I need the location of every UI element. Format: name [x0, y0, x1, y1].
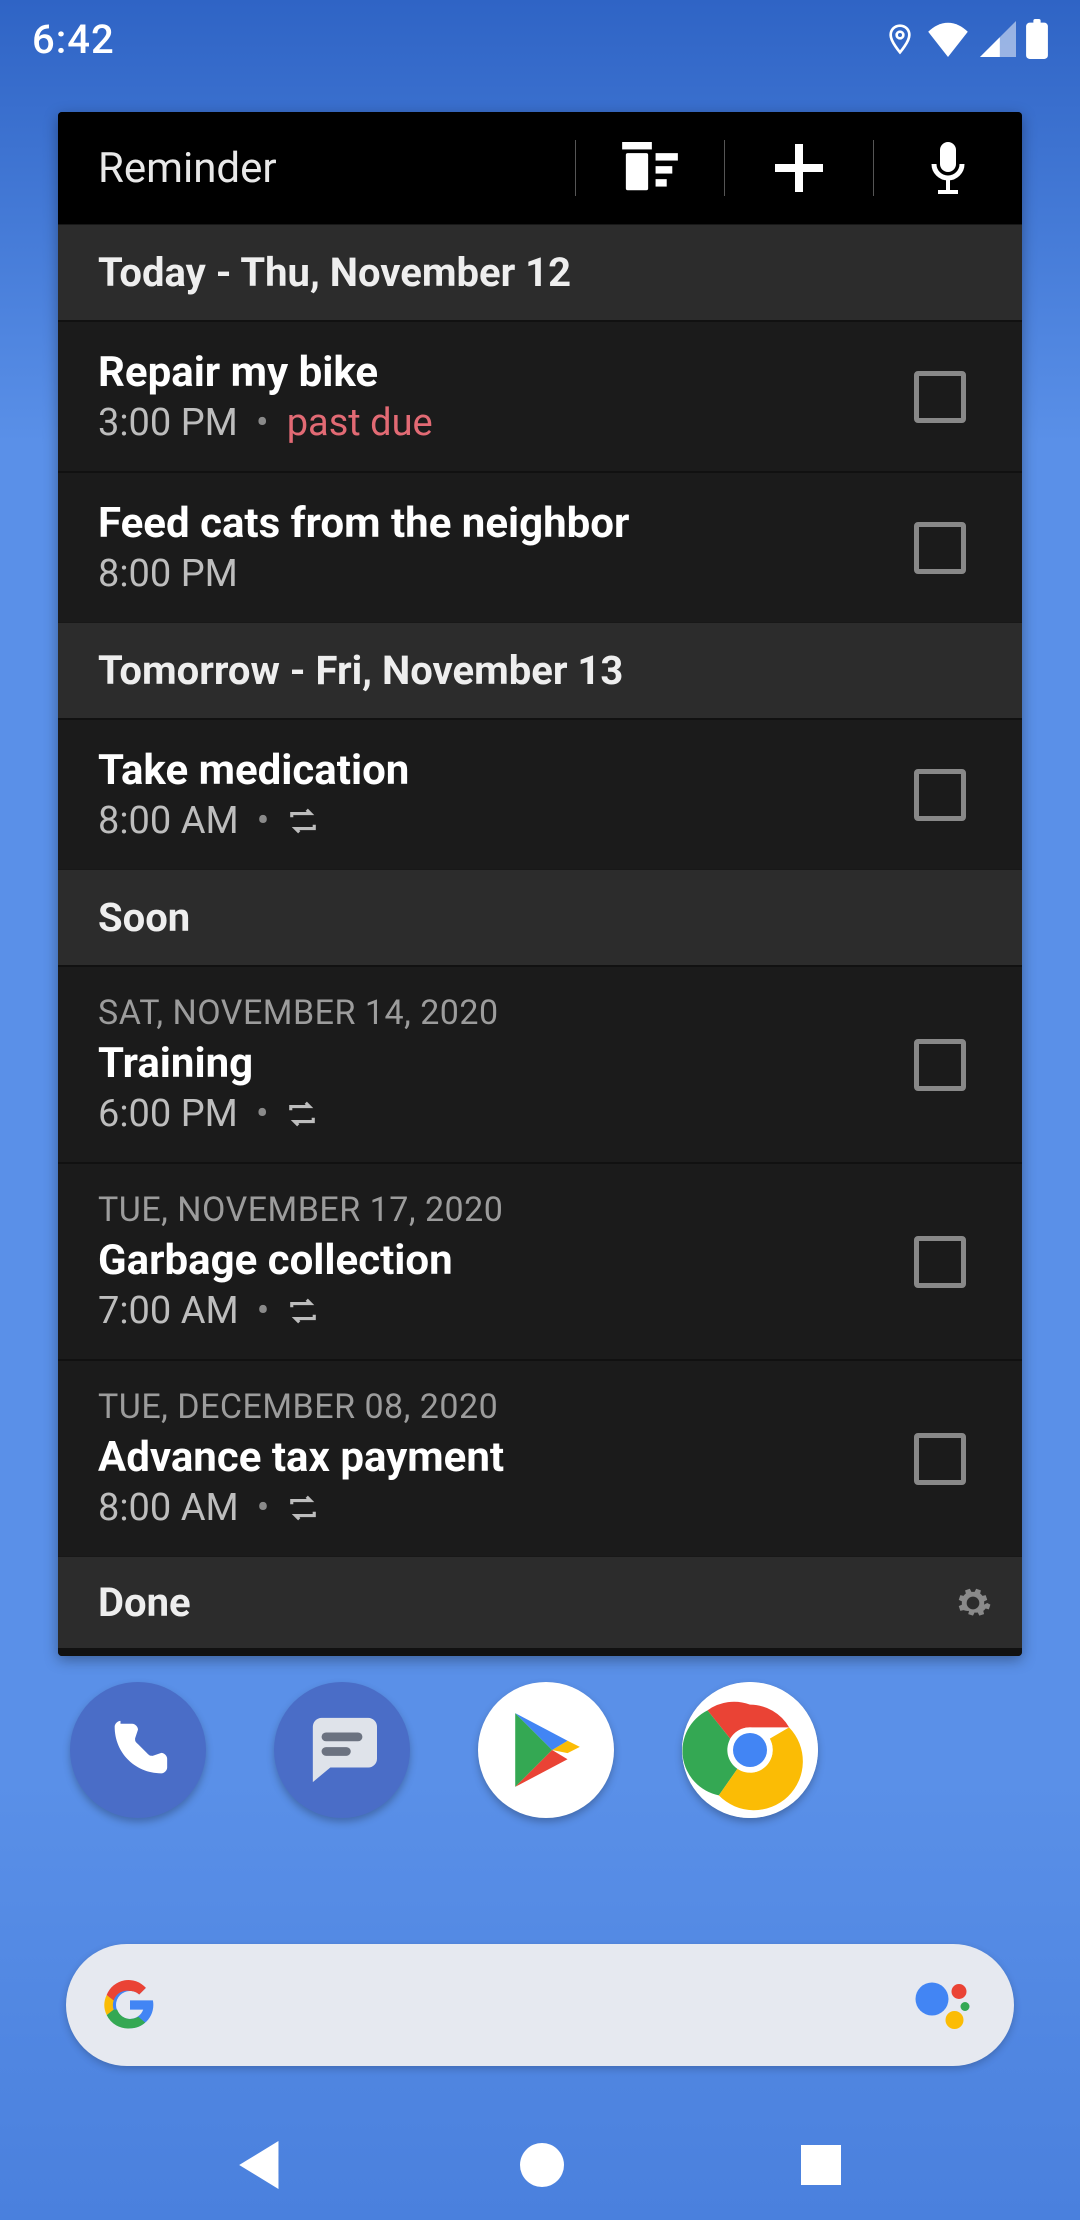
item-title: Advance tax payment	[98, 1433, 890, 1482]
wifi-icon	[926, 21, 970, 57]
battery-icon	[1026, 19, 1048, 59]
add-button[interactable]	[725, 112, 873, 224]
item-time: 6:00 PM	[98, 1092, 238, 1136]
voice-button[interactable]	[874, 112, 1022, 224]
section-done[interactable]: Done	[58, 1556, 1022, 1648]
item-checkbox[interactable]	[914, 1039, 966, 1091]
item-time: 7:00 AM	[98, 1289, 239, 1333]
messages-app-icon[interactable]	[274, 1682, 410, 1818]
item-time: 8:00 AM	[98, 799, 239, 843]
item-date: TUE, DECEMBER 08, 2020	[98, 1387, 890, 1427]
item-checkbox[interactable]	[914, 769, 966, 821]
clear-button[interactable]	[576, 112, 724, 224]
trash-list-icon	[622, 142, 678, 194]
google-search-bar[interactable]	[66, 1944, 1014, 2066]
repeat-icon	[288, 1297, 318, 1325]
section-today: Today - Thu, November 12	[58, 224, 1022, 320]
reminder-item[interactable]: TUE, NOVEMBER 17, 2020 Garbage collectio…	[58, 1162, 1022, 1359]
repeat-icon	[288, 1494, 318, 1522]
navigation-bar	[0, 2110, 1080, 2220]
play-store-icon	[509, 1710, 583, 1790]
status-time: 6:42	[32, 16, 115, 63]
item-checkbox[interactable]	[914, 371, 966, 423]
phone-icon	[103, 1715, 173, 1785]
status-icons	[884, 19, 1048, 59]
past-due-label: past due	[287, 401, 433, 445]
item-time: 8:00 PM	[98, 552, 238, 596]
item-title: Garbage collection	[98, 1236, 890, 1285]
location-icon	[884, 19, 916, 59]
phone-app-icon[interactable]	[70, 1682, 206, 1818]
messages-icon	[304, 1715, 380, 1785]
home-button[interactable]	[520, 2143, 564, 2187]
reminder-item[interactable]: SAT, NOVEMBER 14, 2020 Training 6:00 PM …	[58, 965, 1022, 1162]
gear-icon[interactable]	[954, 1584, 992, 1622]
item-title: Repair my bike	[98, 348, 890, 397]
repeat-icon	[288, 807, 318, 835]
item-date: SAT, NOVEMBER 14, 2020	[98, 993, 890, 1033]
chrome-app-icon[interactable]	[682, 1682, 818, 1818]
item-checkbox[interactable]	[914, 1433, 966, 1485]
widget-title[interactable]: Reminder	[58, 144, 575, 193]
header-actions	[575, 112, 1022, 224]
reminder-item[interactable]: Take medication 8:00 AM •	[58, 718, 1022, 869]
item-title: Training	[98, 1039, 890, 1088]
back-button[interactable]	[239, 2141, 283, 2189]
section-tomorrow: Tomorrow - Fri, November 13	[58, 622, 1022, 718]
section-soon: Soon	[58, 869, 1022, 965]
item-title: Take medication	[98, 746, 890, 795]
plus-icon	[775, 144, 823, 192]
status-bar: 6:42	[0, 0, 1080, 78]
dock	[0, 1682, 1080, 1818]
google-logo-icon	[102, 1977, 158, 2033]
item-time: 3:00 PM	[98, 401, 238, 445]
reminder-widget: Reminder Today - Thu, November 12 Repair…	[58, 112, 1022, 1656]
item-checkbox[interactable]	[914, 1236, 966, 1288]
assistant-icon[interactable]	[914, 1977, 974, 2033]
widget-header: Reminder	[58, 112, 1022, 224]
item-checkbox[interactable]	[914, 522, 966, 574]
item-time: 8:00 AM	[98, 1486, 239, 1530]
recent-apps-button[interactable]	[801, 2145, 841, 2185]
item-date: TUE, NOVEMBER 17, 2020	[98, 1190, 890, 1230]
play-store-app-icon[interactable]	[478, 1682, 614, 1818]
chrome-icon	[682, 1682, 818, 1818]
item-title: Feed cats from the neighbor	[98, 499, 890, 548]
reminder-item[interactable]: Feed cats from the neighbor 8:00 PM	[58, 471, 1022, 622]
cell-signal-icon	[980, 21, 1016, 57]
reminder-item[interactable]: TUE, DECEMBER 08, 2020 Advance tax payme…	[58, 1359, 1022, 1556]
mic-icon	[928, 142, 968, 194]
reminder-item[interactable]: Repair my bike 3:00 PM • past due	[58, 320, 1022, 471]
repeat-icon	[287, 1100, 317, 1128]
